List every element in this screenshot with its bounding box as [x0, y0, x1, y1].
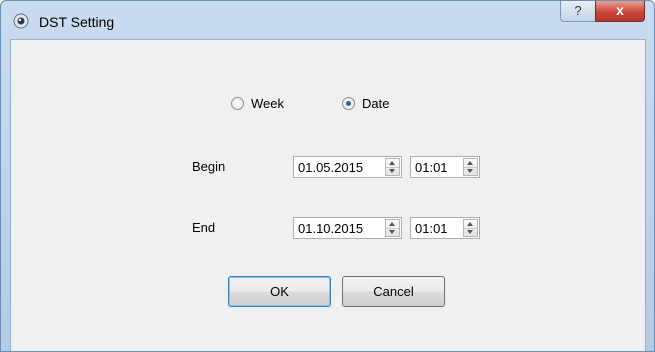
begin-date-spin-buttons — [385, 158, 400, 176]
help-icon: ? — [574, 3, 582, 18]
begin-time-spin-buttons — [463, 158, 478, 176]
help-button[interactable]: ? — [560, 1, 596, 22]
begin-time-spinbox[interactable]: 01:01 — [410, 156, 480, 178]
end-time-spinbox[interactable]: 01:01 — [410, 217, 480, 239]
end-date-spin-buttons — [385, 219, 400, 237]
week-radio[interactable] — [231, 97, 244, 110]
begin-label: Begin — [192, 159, 226, 174]
ok-button[interactable]: OK — [228, 276, 331, 307]
date-radio[interactable] — [342, 97, 355, 110]
begin-date-spinbox[interactable]: 01.05.2015 — [293, 156, 402, 178]
end-time-spin-buttons — [463, 219, 478, 237]
dialog-client-area: Week Date Begin 01.05.2015 01:01 End 01.… — [10, 39, 646, 351]
begin-time-value[interactable]: 01:01 — [415, 160, 448, 175]
week-radio-label[interactable]: Week — [251, 96, 284, 111]
dialog-window: DST Setting ? x Week Date Begin 01.05.20… — [0, 0, 655, 352]
window-title: DST Setting — [39, 14, 115, 30]
title-bar[interactable]: DST Setting ? x — [1, 1, 654, 39]
end-time-value[interactable]: 01:01 — [415, 221, 448, 236]
begin-date-value[interactable]: 01.05.2015 — [298, 160, 363, 175]
cancel-button[interactable]: Cancel — [342, 276, 445, 307]
end-date-value[interactable]: 01.10.2015 — [298, 221, 363, 236]
close-button[interactable]: x — [595, 1, 645, 22]
begin-time-down-arrow-icon[interactable] — [464, 167, 477, 175]
app-camera-icon — [13, 13, 29, 29]
end-label: End — [192, 220, 216, 235]
end-date-spinbox[interactable]: 01.10.2015 — [293, 217, 402, 239]
end-date-down-arrow-icon[interactable] — [386, 228, 399, 236]
begin-date-down-arrow-icon[interactable] — [386, 167, 399, 175]
end-time-down-arrow-icon[interactable] — [464, 228, 477, 236]
close-icon: x — [616, 2, 624, 18]
date-radio-label[interactable]: Date — [362, 96, 389, 111]
